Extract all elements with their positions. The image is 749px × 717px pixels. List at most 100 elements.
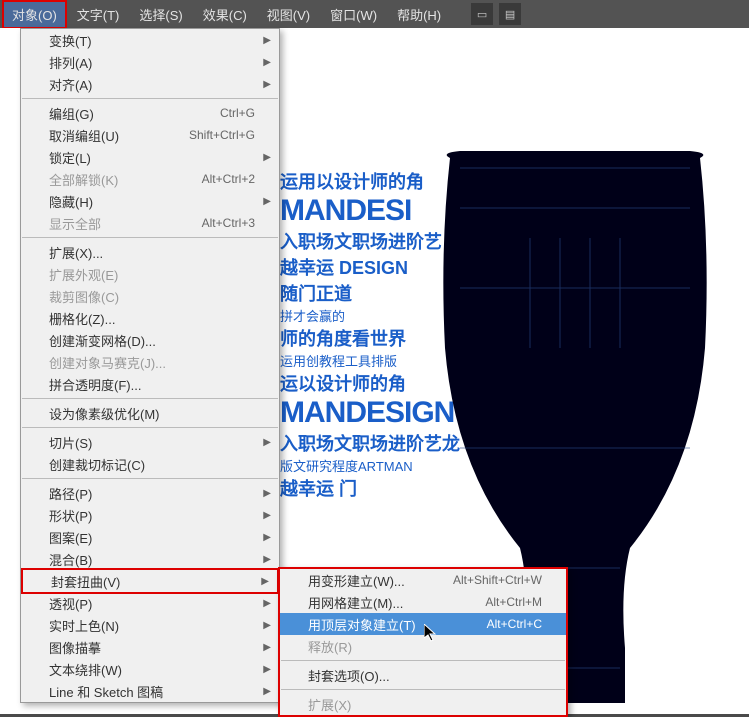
menu-item[interactable]: 设为像素级优化(M) (21, 402, 279, 424)
menu-item-label: 释放(R) (308, 637, 542, 656)
menu-item[interactable]: 图案(E)▶ (21, 526, 279, 548)
menu-item-label: 用变形建立(W)... (308, 571, 453, 590)
menu-item-label: 创建对象马赛克(J)... (49, 353, 255, 372)
menu-effect[interactable]: 效果(C) (193, 0, 257, 29)
chevron-right-icon: ▶ (263, 664, 271, 675)
chevron-right-icon: ▶ (263, 437, 271, 448)
submenu-item[interactable]: 用网格建立(M)...Alt+Ctrl+M (280, 591, 566, 613)
menu-select[interactable]: 选择(S) (129, 0, 192, 29)
chevron-right-icon: ▶ (263, 598, 271, 609)
menu-view[interactable]: 视图(V) (257, 0, 320, 29)
menu-item: 扩展外观(E) (21, 263, 279, 285)
menu-item: 全部解锁(K)Alt+Ctrl+2 (21, 168, 279, 190)
menu-item[interactable]: 栅格化(Z)... (21, 307, 279, 329)
menu-item[interactable]: 透视(P)▶ (21, 592, 279, 614)
menu-item-label: 扩展(X) (308, 695, 542, 714)
submenu-item[interactable]: 用变形建立(W)...Alt+Shift+Ctrl+W (280, 569, 566, 591)
menu-help[interactable]: 帮助(H) (387, 0, 451, 29)
menu-item[interactable]: 实时上色(N) ▶ (21, 614, 279, 636)
menu-item-label: 拼合透明度(F)... (49, 375, 255, 394)
menu-item[interactable]: 文本绕排(W) ▶ (21, 658, 279, 680)
menu-item[interactable]: 锁定(L)▶ (21, 146, 279, 168)
menu-item-label: 用网格建立(M)... (308, 593, 485, 612)
menu-item-label: 创建裁切标记(C) (49, 455, 255, 474)
menu-item-label: 隐藏(H) (49, 192, 255, 211)
menu-item-label: 变换(T) (49, 31, 255, 50)
menu-item[interactable]: 形状(P) ▶ (21, 504, 279, 526)
menu-item[interactable]: 封套扭曲(V) ▶ (23, 570, 277, 592)
menu-item-label: 编组(G) (49, 104, 220, 123)
menu-item: 显示全部Alt+Ctrl+3 (21, 212, 279, 234)
submenu-item: 扩展(X) (280, 693, 566, 715)
menu-shortcut: Alt+Ctrl+C (487, 617, 542, 631)
menu-item[interactable]: 创建裁切标记(C) (21, 453, 279, 475)
menu-item-label: 封套扭曲(V) (51, 572, 253, 591)
menu-item-label: 显示全部 (49, 214, 202, 233)
menu-item-label: 图案(E) (49, 528, 255, 547)
menu-item[interactable]: Line 和 Sketch 图稿▶ (21, 680, 279, 702)
chevron-right-icon: ▶ (263, 642, 271, 653)
menu-shortcut: Alt+Ctrl+M (485, 595, 542, 609)
submenu-item[interactable]: 封套选项(O)... (280, 664, 566, 686)
menu-item-label: 形状(P) (49, 506, 255, 525)
tool-icon[interactable]: ▤ (499, 3, 521, 25)
menu-item-label: 扩展外观(E) (49, 265, 255, 284)
menu-type[interactable]: 文字(T) (67, 0, 130, 29)
menu-item-label: 文本绕排(W) (49, 660, 255, 679)
menu-item[interactable]: 取消编组(U)Shift+Ctrl+G (21, 124, 279, 146)
menu-shortcut: Alt+Shift+Ctrl+W (453, 573, 542, 587)
menu-item-label: 用顶层对象建立(T) (308, 615, 487, 634)
menu-item-label: 路径(P) (49, 484, 255, 503)
submenu-item: 释放(R) (280, 635, 566, 657)
menu-shortcut: Alt+Ctrl+2 (202, 172, 255, 186)
menu-item-label: 扩展(X)... (49, 243, 255, 262)
menu-item: 裁剪图像(C) (21, 285, 279, 307)
menu-item-label: 创建渐变网格(D)... (49, 331, 255, 350)
object-menu: 变换(T)▶排列(A)▶对齐(A)▶编组(G)Ctrl+G取消编组(U)Shif… (20, 28, 280, 703)
menu-item[interactable]: 路径(P) ▶ (21, 482, 279, 504)
menu-item-label: 设为像素级优化(M) (49, 404, 255, 423)
menu-item[interactable]: 拼合透明度(F)... (21, 373, 279, 395)
tool-icon[interactable]: ▭ (471, 3, 493, 25)
menu-item-label: 图像描摹 (49, 638, 255, 657)
menu-item-label: 取消编组(U) (49, 126, 189, 145)
menu-item[interactable]: 创建渐变网格(D)... (21, 329, 279, 351)
chevron-right-icon: ▶ (263, 620, 271, 631)
chevron-right-icon: ▶ (263, 196, 271, 207)
chevron-right-icon: ▶ (261, 576, 269, 587)
menu-item-label: 全部解锁(K) (49, 170, 202, 189)
menu-window[interactable]: 窗口(W) (320, 0, 387, 29)
menu-item-label: 切片(S) (49, 433, 255, 452)
chevron-right-icon: ▶ (263, 488, 271, 499)
menu-item[interactable]: 隐藏(H) ▶ (21, 190, 279, 212)
toolbar-buttons: ▭ ▤ (471, 3, 521, 25)
chevron-right-icon: ▶ (263, 510, 271, 521)
envelope-distort-submenu: 用变形建立(W)...Alt+Shift+Ctrl+W用网格建立(M)...Al… (278, 567, 568, 717)
chevron-right-icon: ▶ (263, 35, 271, 46)
menu-item[interactable]: 变换(T) ▶ (21, 29, 279, 51)
menu-item[interactable]: 编组(G)Ctrl+G (21, 102, 279, 124)
menu-item-label: 对齐(A) (49, 75, 255, 94)
menu-item-label: 栅格化(Z)... (49, 309, 255, 328)
menu-item[interactable]: 图像描摹 ▶ (21, 636, 279, 658)
menu-item: 创建对象马赛克(J)... (21, 351, 279, 373)
chevron-right-icon: ▶ (263, 554, 271, 565)
menu-item-label: Line 和 Sketch 图稿 (49, 682, 255, 701)
menu-object[interactable]: 对象(O) (2, 0, 67, 29)
menu-item-label: 实时上色(N) (49, 616, 255, 635)
menubar: 对象(O) 文字(T) 选择(S) 效果(C) 视图(V) 窗口(W) 帮助(H… (0, 0, 749, 28)
menu-item[interactable]: 排列(A) ▶ (21, 51, 279, 73)
submenu-item[interactable]: 用顶层对象建立(T)Alt+Ctrl+C (280, 613, 566, 635)
menu-item[interactable]: 对齐(A)▶ (21, 73, 279, 95)
menu-item[interactable]: 切片(S) ▶ (21, 431, 279, 453)
menu-shortcut: Alt+Ctrl+3 (202, 216, 255, 230)
menu-shortcut: Shift+Ctrl+G (189, 128, 255, 142)
menu-shortcut: Ctrl+G (220, 106, 255, 120)
chevron-right-icon: ▶ (263, 57, 271, 68)
menu-item[interactable]: 混合(B)▶ (21, 548, 279, 570)
menu-item[interactable]: 扩展(X)... (21, 241, 279, 263)
menu-item-label: 锁定(L) (49, 148, 255, 167)
menu-item-label: 裁剪图像(C) (49, 287, 255, 306)
menu-item-label: 封套选项(O)... (308, 666, 542, 685)
menu-item-label: 排列(A) (49, 53, 255, 72)
